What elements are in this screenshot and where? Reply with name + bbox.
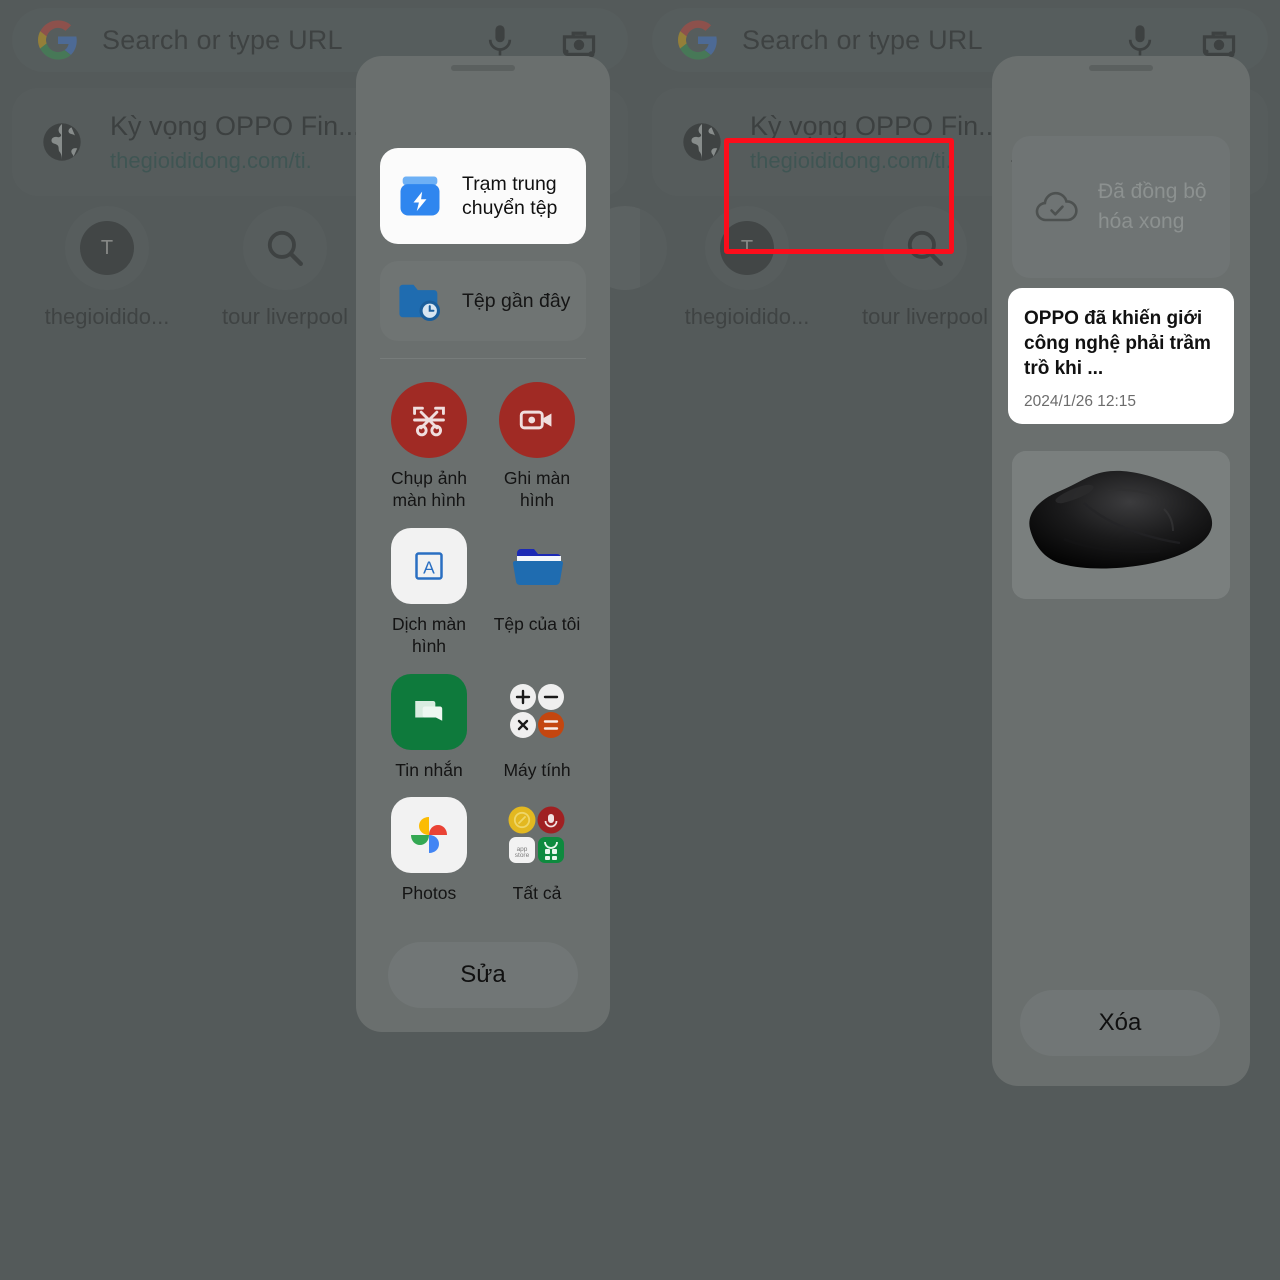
screenshot-icon xyxy=(391,382,467,458)
tools-grid: Chụp ảnh màn hình Ghi màn hình A Dịch mà… xyxy=(380,382,586,921)
recent-files-folder-icon xyxy=(399,284,441,322)
google-lens-icon[interactable] xyxy=(1200,26,1238,58)
drag-handle[interactable] xyxy=(451,65,515,71)
tools-row: Chụp ảnh màn hình Ghi màn hình xyxy=(380,382,586,512)
search-icon xyxy=(267,230,303,266)
shortcut-tour-liverpool[interactable]: tour liverpool xyxy=(210,206,360,330)
shortcut-thegioididong[interactable]: T thegioidido... xyxy=(32,206,182,330)
edit-button[interactable]: Sửa xyxy=(388,942,578,1008)
all-apps-icon: app store xyxy=(499,797,575,873)
tool-messages[interactable]: Tin nhắn xyxy=(380,673,478,782)
my-files-folder-icon xyxy=(499,528,575,604)
shortcut-icon-wrap: T xyxy=(65,206,149,290)
tools-row: A Dịch màn hình Tệp của tôi xyxy=(380,527,586,658)
transferred-image-thumbnail[interactable] xyxy=(1012,451,1230,599)
tool-my-files[interactable]: Tệp của tôi xyxy=(488,528,586,658)
sync-status-card: Đã đồng bộ hóa xong xyxy=(1012,136,1230,278)
tool-label: Máy tính xyxy=(503,759,571,780)
search-placeholder-text: Search or type URL xyxy=(102,24,343,55)
shortcut-label: thegioidido... xyxy=(684,304,810,329)
history-url: thegioididong.com/ti. xyxy=(110,148,312,174)
file-transfer-station-label: Trạm trung chuyển tệp xyxy=(462,172,558,219)
google-photos-icon xyxy=(391,797,467,874)
messages-icon xyxy=(391,673,467,750)
tools-row: Tin nhắn Máy tính xyxy=(380,673,586,782)
screen-record-icon xyxy=(499,382,575,458)
cloud-done-icon xyxy=(1035,191,1078,222)
file-transfer-panel: Trạm trun... Đã đồng bộ hóa xong OPPO đã… xyxy=(992,56,1250,1086)
file-transfer-station-icon xyxy=(400,176,440,216)
sync-status-text: Đã đồng bộ hóa xong xyxy=(1098,179,1207,233)
drag-handle[interactable] xyxy=(1089,65,1153,71)
smart-sidebar-sheet: Trạm trung chuyển tệp Tệp gần đây Chụp ả… xyxy=(356,56,954,1032)
tool-screenshot[interactable]: Chụp ảnh màn hình xyxy=(380,382,478,512)
history-url: thegioididong.com/ti. xyxy=(750,148,952,174)
shortcut-label: thegioidido... xyxy=(44,304,170,329)
tool-all-apps[interactable]: app store Tất cả xyxy=(488,797,586,905)
calculator-icon xyxy=(499,674,575,750)
avatar-letter-t-icon: T xyxy=(80,221,134,275)
search-icon xyxy=(907,230,943,266)
delete-button[interactable]: Xóa xyxy=(1020,990,1220,1056)
shortcut-label: tour liverpool xyxy=(862,304,988,329)
tool-screen-translate[interactable]: A Dịch màn hình xyxy=(380,527,478,658)
tool-photos[interactable]: Photos xyxy=(380,797,478,905)
screenshot-stage: Search or type URL Kỳ vọng OPPO Fin... t… xyxy=(0,0,1280,1280)
history-title: Kỳ vọng OPPO Fin... xyxy=(110,110,361,141)
shortcut-tour-liverpool[interactable]: tour liverpool xyxy=(850,206,1000,330)
sheet-divider xyxy=(380,358,586,359)
tool-label: Ghi màn hình xyxy=(503,468,571,510)
shortcut-label: tour liverpool xyxy=(222,304,348,329)
svg-text:A: A xyxy=(423,557,435,577)
google-g-icon xyxy=(678,20,717,60)
globe-icon xyxy=(683,123,721,161)
tool-calculator[interactable]: Máy tính xyxy=(488,674,586,782)
screen-translate-icon: A xyxy=(391,527,467,604)
shortcut-icon-wrap: T xyxy=(705,206,789,290)
file-transfer-station-card[interactable]: Trạm trung chuyển tệp xyxy=(380,148,586,244)
note-title: OPPO đã khiến giới công nghệ phải trầm t… xyxy=(1024,308,1211,380)
shortcut-thegioididong[interactable]: T thegioidido... xyxy=(672,206,822,330)
tool-screen-record[interactable]: Ghi màn hình xyxy=(488,382,586,512)
microphone-icon[interactable] xyxy=(484,24,516,58)
tools-row: Photos app store Tất cả xyxy=(380,797,586,905)
google-lens-icon[interactable] xyxy=(560,26,598,58)
tool-label: Photos xyxy=(401,883,457,904)
tool-label: Dịch màn hình xyxy=(392,613,466,656)
history-title: Kỳ vọng OPPO Fin... xyxy=(750,110,1001,141)
microphone-icon[interactable] xyxy=(1124,24,1156,58)
transferred-note-card[interactable]: OPPO đã khiến giới công nghệ phải trầm t… xyxy=(1008,288,1234,424)
avatar-letter-t-icon: T xyxy=(720,221,774,275)
globe-icon xyxy=(43,123,81,161)
tool-label: Tất cả xyxy=(512,883,562,904)
search-placeholder-text: Search or type URL xyxy=(742,24,983,55)
tool-label: Tệp của tôi xyxy=(493,613,581,634)
black-gaming-mouse-photo xyxy=(1012,451,1230,599)
recent-files-card[interactable]: Tệp gần đây xyxy=(380,261,586,341)
shortcut-icon-wrap xyxy=(883,206,967,290)
shortcut-icon-wrap xyxy=(243,206,327,290)
tool-label: Tin nhắn xyxy=(395,759,463,780)
tool-label: Chụp ảnh màn hình xyxy=(391,468,467,510)
recent-files-label: Tệp gần đây xyxy=(462,289,571,312)
svg-text:store: store xyxy=(515,852,530,859)
google-g-icon xyxy=(38,20,77,60)
note-timestamp: 2024/1/26 12:15 xyxy=(1024,393,1137,411)
